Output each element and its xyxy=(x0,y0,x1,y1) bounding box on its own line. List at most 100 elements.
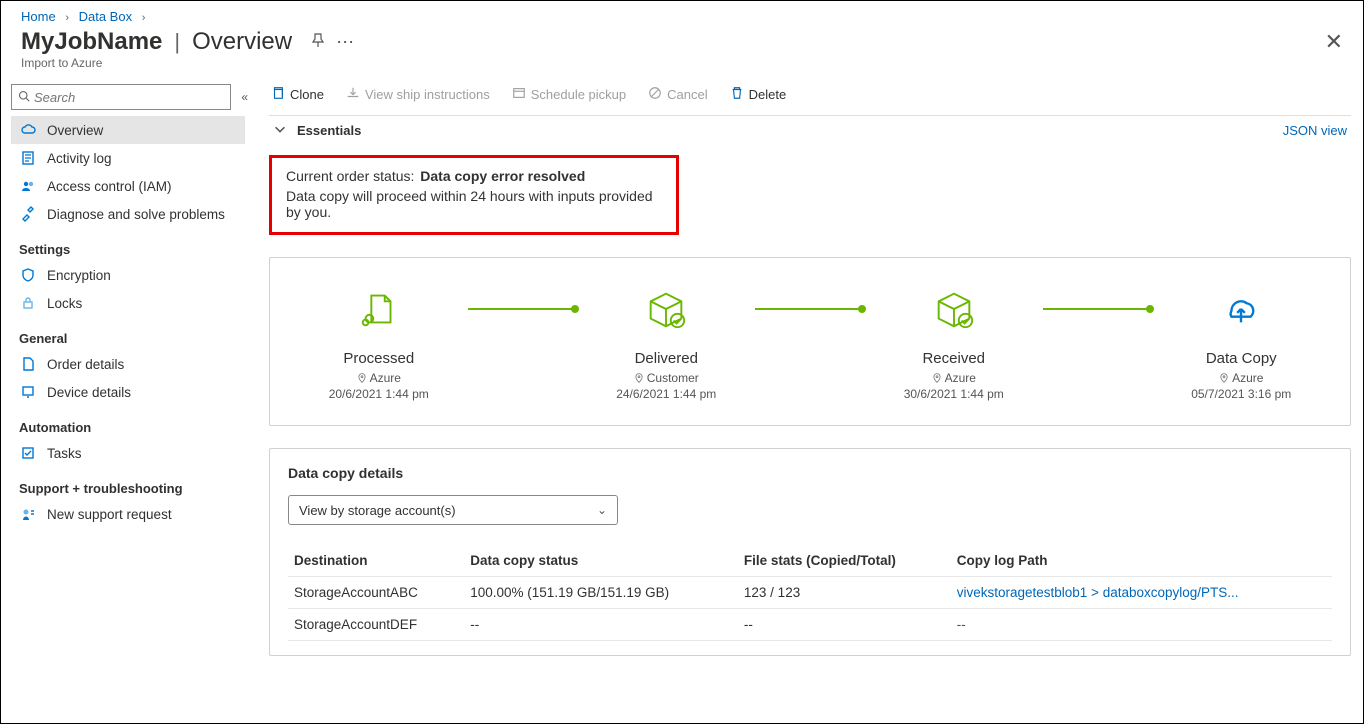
step-location: Customer xyxy=(634,371,699,385)
sidebar-item-label: Locks xyxy=(47,296,82,311)
search-input[interactable] xyxy=(34,90,224,105)
copy-icon xyxy=(271,86,285,103)
sidebar-heading: Automation xyxy=(11,406,245,439)
sidebar-item-encryption[interactable]: Encryption xyxy=(11,261,245,289)
status-label: Current order status: xyxy=(286,168,414,184)
sidebar-item-tasks[interactable]: Tasks xyxy=(11,439,245,467)
cell-log-link[interactable]: -- xyxy=(951,609,1332,641)
status-value: Data copy error resolved xyxy=(420,168,585,184)
step-location: Azure xyxy=(1219,371,1263,385)
breadcrumb-home[interactable]: Home xyxy=(21,9,56,24)
essentials-bar: Essentials JSON view xyxy=(269,115,1351,149)
cell-log-link[interactable]: vivekstoragetestblob1 > databoxcopylog/P… xyxy=(951,577,1332,609)
cancel-button: Cancel xyxy=(648,86,707,103)
cloud-icon xyxy=(19,122,37,138)
sidebar-heading: Settings xyxy=(11,228,245,261)
collapse-sidebar-button[interactable]: « xyxy=(241,90,245,104)
sidebar-heading: Support + troubleshooting xyxy=(11,467,245,500)
cell-stats: 123 / 123 xyxy=(738,577,951,609)
chevron-right-icon: › xyxy=(136,12,152,24)
table-row: StorageAccountDEF------ xyxy=(288,609,1332,641)
cell-stats: -- xyxy=(738,609,951,641)
log-icon xyxy=(19,150,37,166)
schedule-pickup-button: Schedule pickup xyxy=(512,86,626,103)
cancel-icon xyxy=(648,86,662,103)
tools-icon xyxy=(19,206,37,222)
sidebar-item-label: Overview xyxy=(47,123,103,138)
essentials-toggle[interactable] xyxy=(273,122,289,139)
col-header: Data copy status xyxy=(464,545,738,577)
col-header: Copy log Path xyxy=(951,545,1332,577)
page-sublabel: Import to Azure xyxy=(1,56,1363,80)
title-separator: | xyxy=(162,29,192,55)
cancel-label: Cancel xyxy=(667,87,707,102)
delete-button[interactable]: Delete xyxy=(730,86,787,103)
step-location: Azure xyxy=(357,371,401,385)
col-header: Destination xyxy=(288,545,464,577)
step-time: 20/6/2021 1:44 pm xyxy=(329,387,429,401)
status-box: Current order status: Data copy error re… xyxy=(269,155,679,235)
sidebar-item-diagnose-and-solve-problems[interactable]: Diagnose and solve problems xyxy=(11,200,245,228)
step-label: Received xyxy=(922,350,985,367)
step-connector xyxy=(755,308,865,310)
cell-status: -- xyxy=(464,609,738,641)
delete-label: Delete xyxy=(749,87,787,102)
people-icon xyxy=(19,178,37,194)
shield-icon xyxy=(19,267,37,283)
more-button[interactable]: ⋯ xyxy=(336,32,354,53)
trash-icon xyxy=(730,86,744,103)
sidebar-item-label: Tasks xyxy=(47,446,82,461)
copy-table: DestinationData copy statusFile stats (C… xyxy=(288,545,1332,641)
ship-label: View ship instructions xyxy=(365,87,490,102)
view-by-select[interactable]: View by storage account(s) ⌄ xyxy=(288,495,618,525)
step-label: Processed xyxy=(343,350,414,367)
breadcrumb-databox[interactable]: Data Box xyxy=(79,9,132,24)
view-ship-instructions-button: View ship instructions xyxy=(346,86,490,103)
cell-destination: StorageAccountABC xyxy=(288,577,464,609)
search-box[interactable] xyxy=(11,84,231,110)
sidebar-item-activity-log[interactable]: Activity log xyxy=(11,144,245,172)
table-row: StorageAccountABC100.00% (151.19 GB/151.… xyxy=(288,577,1332,609)
json-view-link[interactable]: JSON view xyxy=(1283,123,1347,138)
essentials-label: Essentials xyxy=(297,123,361,138)
page-title: MyJobName xyxy=(21,28,162,56)
calendar-icon xyxy=(512,86,526,103)
clone-label: Clone xyxy=(290,87,324,102)
sidebar-item-access-control-iam-[interactable]: Access control (IAM) xyxy=(11,172,245,200)
step-data-copy: Data Copy Azure 05/7/2021 3:16 pm xyxy=(1153,286,1331,401)
cell-status: 100.00% (151.19 GB/151.19 GB) xyxy=(464,577,738,609)
step-label: Delivered xyxy=(635,350,698,367)
sidebar-item-locks[interactable]: Locks xyxy=(11,289,245,317)
step-delivered: DeliveredCustomer24/6/2021 1:44 pm xyxy=(578,286,756,401)
data-copy-card: Data copy details View by storage accoun… xyxy=(269,448,1351,656)
sidebar-item-device-details[interactable]: Device details xyxy=(11,378,245,406)
doc-icon xyxy=(19,356,37,372)
search-icon xyxy=(18,90,30,105)
sidebar-item-new-support-request[interactable]: New support request xyxy=(11,500,245,528)
sidebar-item-label: Encryption xyxy=(47,268,111,283)
sidebar-item-label: Device details xyxy=(47,385,131,400)
tasks-icon xyxy=(19,445,37,461)
sidebar-item-order-details[interactable]: Order details xyxy=(11,350,245,378)
sidebar-item-overview[interactable]: Overview xyxy=(11,116,245,144)
progress-card: Processed Azure 20/6/2021 1:44 pm Delivered… xyxy=(269,257,1351,426)
close-button[interactable]: ✕ xyxy=(1325,29,1343,55)
sidebar: « Overview Activity log Access control (IA… xyxy=(1,80,251,702)
clone-button[interactable]: Clone xyxy=(271,86,324,103)
sidebar-item-label: Activity log xyxy=(47,151,112,166)
toolbar: Clone View ship instructions Schedule pi… xyxy=(269,80,1351,115)
step-time: 05/7/2021 3:16 pm xyxy=(1191,387,1291,401)
pin-button[interactable] xyxy=(310,33,326,52)
sidebar-item-label: Access control (IAM) xyxy=(47,179,172,194)
step-time: 30/6/2021 1:44 pm xyxy=(904,387,1004,401)
chevron-right-icon: › xyxy=(59,12,75,24)
support-icon xyxy=(19,506,37,522)
step-processed: Processed Azure 20/6/2021 1:44 pm xyxy=(290,286,468,401)
select-value: View by storage account(s) xyxy=(299,503,597,518)
step-connector xyxy=(468,308,578,310)
sidebar-item-label: Order details xyxy=(47,357,124,372)
breadcrumb: Home › Data Box › xyxy=(1,1,1363,26)
chevron-down-icon: ⌄ xyxy=(597,503,607,517)
download-icon xyxy=(346,86,360,103)
step-label: Data Copy xyxy=(1206,350,1277,367)
